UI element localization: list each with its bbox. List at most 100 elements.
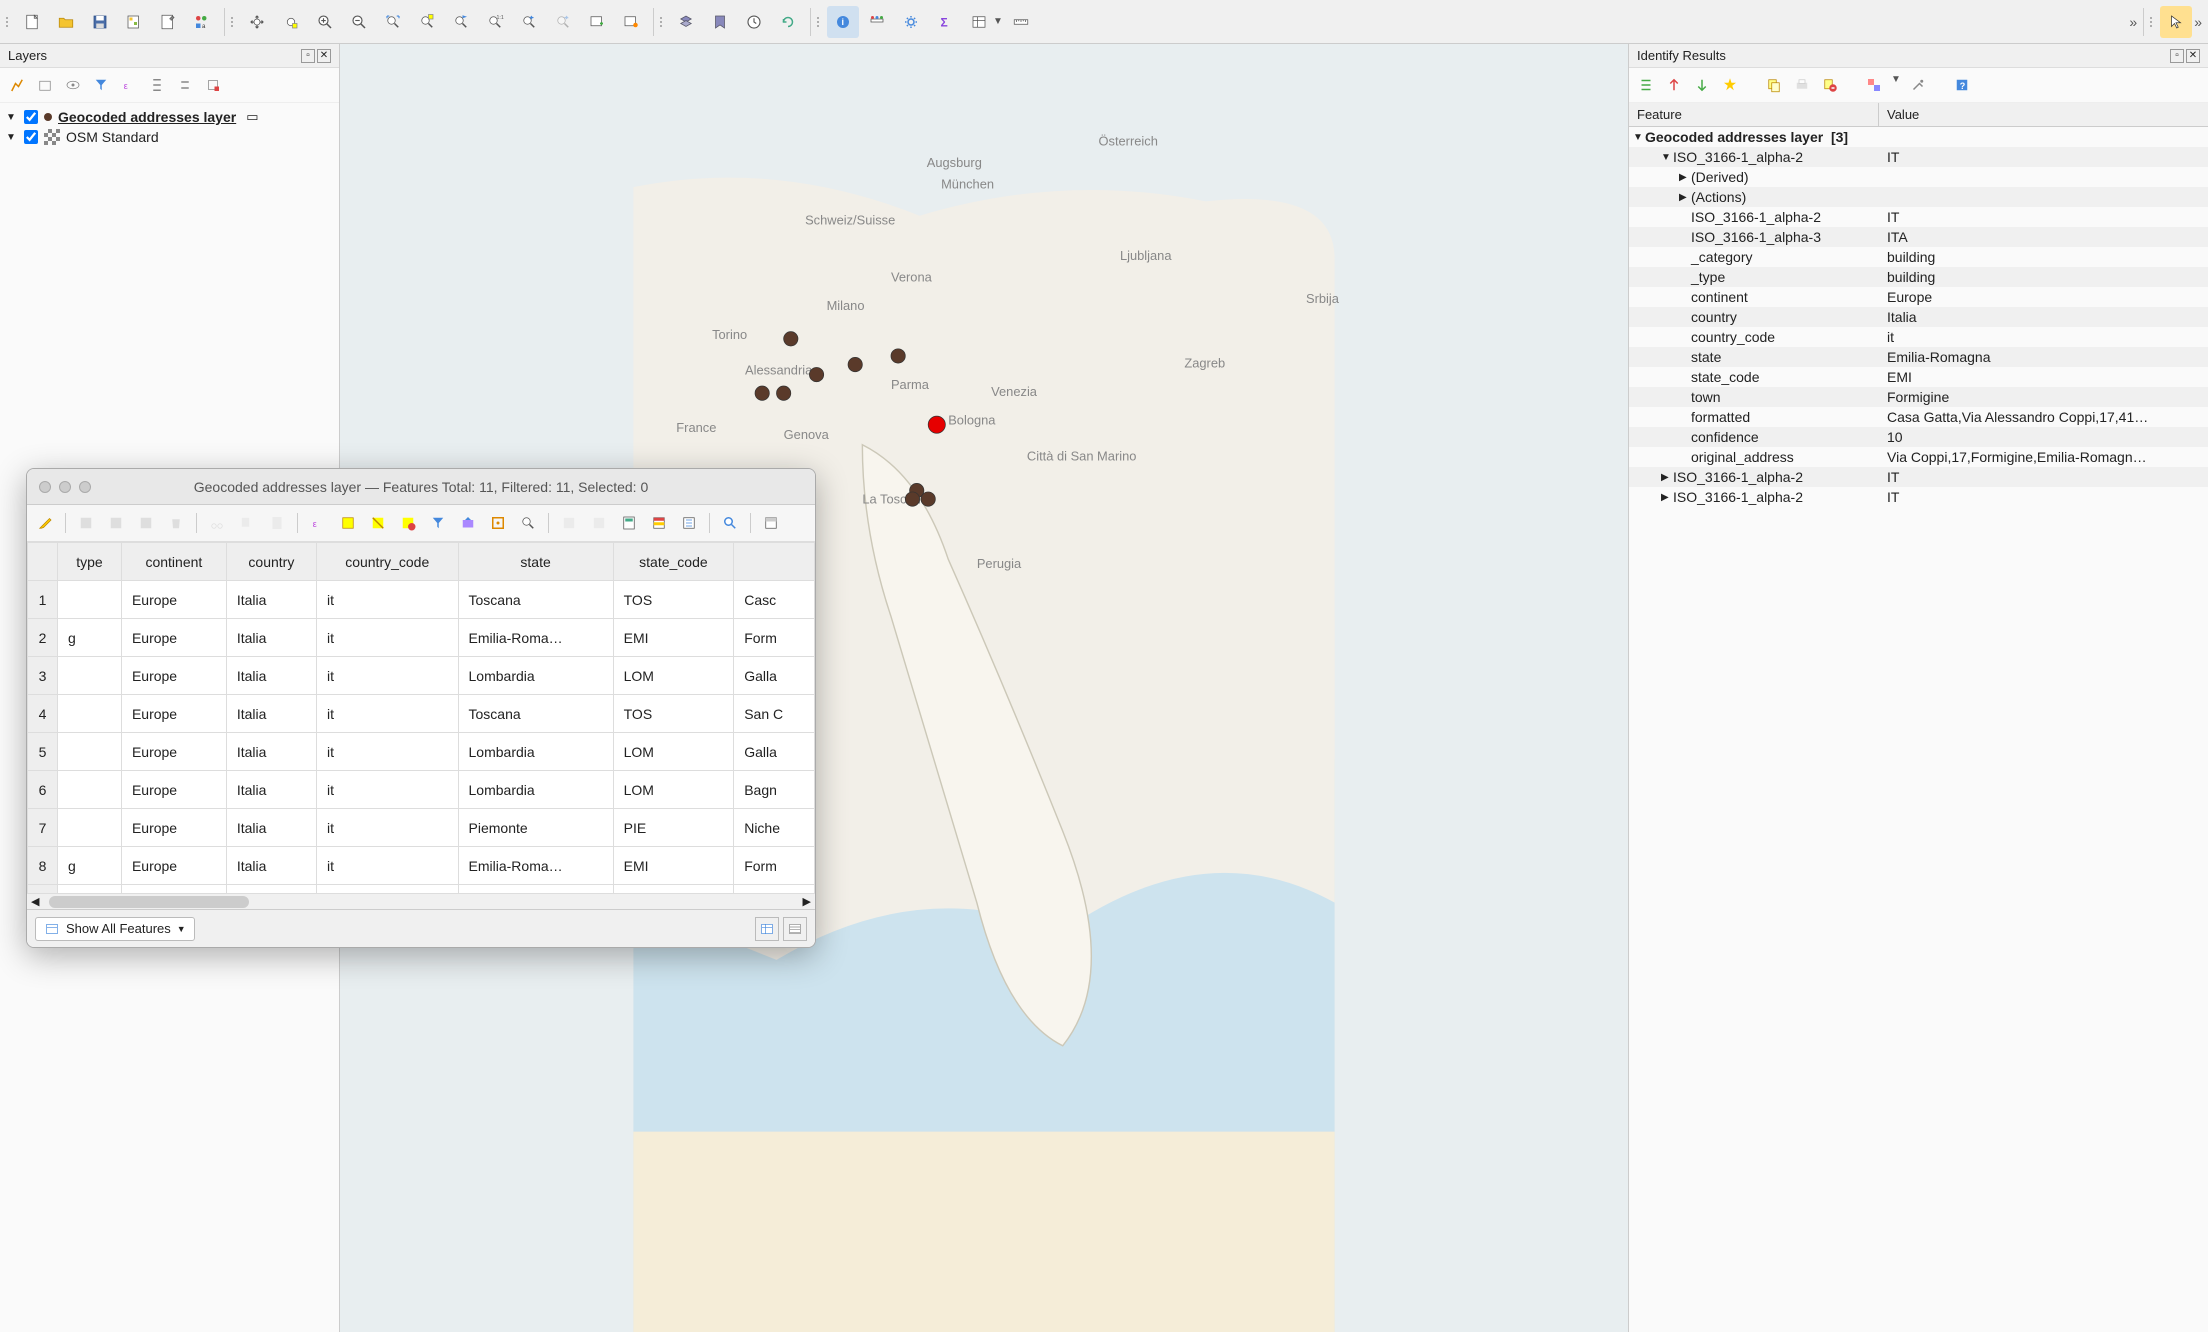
style-manager-icon[interactable] xyxy=(152,6,184,38)
scrollbar-h[interactable]: ◀ ▶ xyxy=(27,893,815,909)
identify-tree[interactable]: ▼Geocoded addresses layer [3] ▼ISO_3166-… xyxy=(1629,127,2208,1332)
undock-icon[interactable]: ▫ xyxy=(301,49,315,63)
invert-sel-icon[interactable] xyxy=(366,511,390,535)
add-feature-icon[interactable] xyxy=(134,511,158,535)
layer-checkbox[interactable] xyxy=(24,110,38,124)
zoom-last-icon[interactable] xyxy=(513,6,545,38)
zoom-next-icon[interactable] xyxy=(547,6,579,38)
column-header[interactable]: state_code xyxy=(613,543,734,581)
clock-icon[interactable] xyxy=(738,6,770,38)
zoom-selection-icon[interactable] xyxy=(411,6,443,38)
deselect-icon[interactable] xyxy=(396,511,420,535)
save-edits-icon[interactable] xyxy=(74,511,98,535)
default-action-icon[interactable] xyxy=(1719,74,1741,96)
select-expr-icon[interactable]: ε xyxy=(306,511,330,535)
attr-table-icon[interactable] xyxy=(963,6,995,38)
expand-tree-icon[interactable] xyxy=(1635,74,1657,96)
tile-layer-icon[interactable] xyxy=(670,6,702,38)
delete-icon[interactable] xyxy=(164,511,188,535)
print-icon[interactable] xyxy=(1791,74,1813,96)
conditional-icon[interactable] xyxy=(647,511,671,535)
settings-icon[interactable] xyxy=(895,6,927,38)
identify-row[interactable]: _categorybuilding xyxy=(1629,247,2208,267)
zoom-layer-icon[interactable] xyxy=(445,6,477,38)
export-map-icon[interactable] xyxy=(118,6,150,38)
maximize-window-icon[interactable] xyxy=(79,481,91,493)
identify-row[interactable]: ISO_3166-1_alpha-2IT xyxy=(1629,207,2208,227)
cursor-tool-icon[interactable] xyxy=(2160,6,2192,38)
expand-new-icon[interactable] xyxy=(1691,74,1713,96)
help-icon[interactable]: ? xyxy=(1951,74,1973,96)
layer-checkbox[interactable] xyxy=(24,130,38,144)
filter-sel-icon[interactable] xyxy=(426,511,450,535)
visibility-icon[interactable] xyxy=(62,74,84,96)
close-panel-icon[interactable]: ✕ xyxy=(2186,49,2200,63)
copy-icon[interactable] xyxy=(1763,74,1785,96)
dock-icon[interactable] xyxy=(759,511,783,535)
table-row[interactable]: 9EuropeItalyitPiedmontNULLNULL xyxy=(28,885,815,894)
layer-row[interactable]: ▼ Geocoded addresses layer ▭ xyxy=(6,107,333,127)
close-window-icon[interactable] xyxy=(39,481,51,493)
identify-row[interactable]: state_codeEMI xyxy=(1629,367,2208,387)
column-header[interactable]: country_code xyxy=(316,543,458,581)
table-row[interactable]: 4EuropeItaliaitToscanaTOSSan C xyxy=(28,695,815,733)
column-header[interactable]: state xyxy=(458,543,613,581)
table-row[interactable]: 7EuropeItaliaitPiemontePIENiche xyxy=(28,809,815,847)
form-view-icon[interactable] xyxy=(783,917,807,941)
pan-icon[interactable] xyxy=(241,6,273,38)
identify-row[interactable]: ISO_3166-1_alpha-3ITA xyxy=(1629,227,2208,247)
table-view-icon[interactable] xyxy=(755,917,779,941)
reload-icon[interactable] xyxy=(104,511,128,535)
table-row[interactable]: 6EuropeItaliaitLombardiaLOMBagn xyxy=(28,771,815,809)
identify-row[interactable]: continentEurope xyxy=(1629,287,2208,307)
select-all-icon[interactable] xyxy=(336,511,360,535)
del-col-icon[interactable] xyxy=(587,511,611,535)
minimize-window-icon[interactable] xyxy=(59,481,71,493)
identify-row[interactable]: countryItalia xyxy=(1629,307,2208,327)
table-row[interactable]: 2gEuropeItaliaitEmilia-Roma…EMIForm xyxy=(28,619,815,657)
clear-icon[interactable] xyxy=(1819,74,1841,96)
show-all-button[interactable]: Show All Features ▼ xyxy=(35,917,195,941)
zoom-out-icon[interactable] xyxy=(343,6,375,38)
filter-icon[interactable] xyxy=(90,74,112,96)
layer-row[interactable]: ▼ OSM Standard xyxy=(6,127,333,147)
measure-icon[interactable] xyxy=(861,6,893,38)
pan-selection-icon[interactable] xyxy=(275,6,307,38)
column-header[interactable]: country xyxy=(226,543,316,581)
cut-icon[interactable] xyxy=(205,511,229,535)
bookmark-icon[interactable] xyxy=(704,6,736,38)
attr-titlebar[interactable]: Geocoded addresses layer — Features Tota… xyxy=(27,469,815,505)
zoom-map-icon[interactable] xyxy=(718,511,742,535)
new-map-icon[interactable] xyxy=(581,6,613,38)
sigma-icon[interactable]: Σ xyxy=(929,6,961,38)
attr-grid[interactable]: typecontinentcountrycountry_codestatesta… xyxy=(27,542,815,893)
copy-rows-icon[interactable] xyxy=(235,511,259,535)
close-panel-icon[interactable]: ✕ xyxy=(317,49,331,63)
table-row[interactable]: 5EuropeItaliaitLombardiaLOMGalla xyxy=(28,733,815,771)
collapse-tree-icon[interactable] xyxy=(1663,74,1685,96)
identify-row[interactable]: country_codeit xyxy=(1629,327,2208,347)
identify-row[interactable]: stateEmilia-Romagna xyxy=(1629,347,2208,367)
identify-row[interactable]: formattedCasa Gatta,Via Alessandro Coppi… xyxy=(1629,407,2208,427)
identify-row[interactable]: confidence10 xyxy=(1629,427,2208,447)
edit-toggle-icon[interactable] xyxy=(33,511,57,535)
remove-icon[interactable] xyxy=(202,74,224,96)
zoom-to-icon[interactable] xyxy=(516,511,540,535)
table-row[interactable]: 1EuropeItaliaitToscanaTOSCasc xyxy=(28,581,815,619)
zoom-full-icon[interactable] xyxy=(377,6,409,38)
identify-row[interactable]: ▶ISO_3166-1_alpha-2IT xyxy=(1629,487,2208,507)
mode-icon[interactable] xyxy=(1863,74,1885,96)
new-file-icon[interactable] xyxy=(16,6,48,38)
abc-tool-icon[interactable]: a xyxy=(186,6,218,38)
identify-row[interactable]: original_address Via Coppi,17,Formigine,… xyxy=(1629,447,2208,467)
calc-field-icon[interactable] xyxy=(617,511,641,535)
identify-row[interactable]: ▶ISO_3166-1_alpha-2IT xyxy=(1629,467,2208,487)
zoom-in-icon[interactable] xyxy=(309,6,341,38)
settings2-icon[interactable] xyxy=(1907,74,1929,96)
ruler-icon[interactable] xyxy=(1005,6,1037,38)
expand-icon[interactable] xyxy=(146,74,168,96)
collapse-icon[interactable] xyxy=(174,74,196,96)
identify-row[interactable]: townFormigine xyxy=(1629,387,2208,407)
save-icon[interactable] xyxy=(84,6,116,38)
expr-icon[interactable]: ε xyxy=(118,74,140,96)
